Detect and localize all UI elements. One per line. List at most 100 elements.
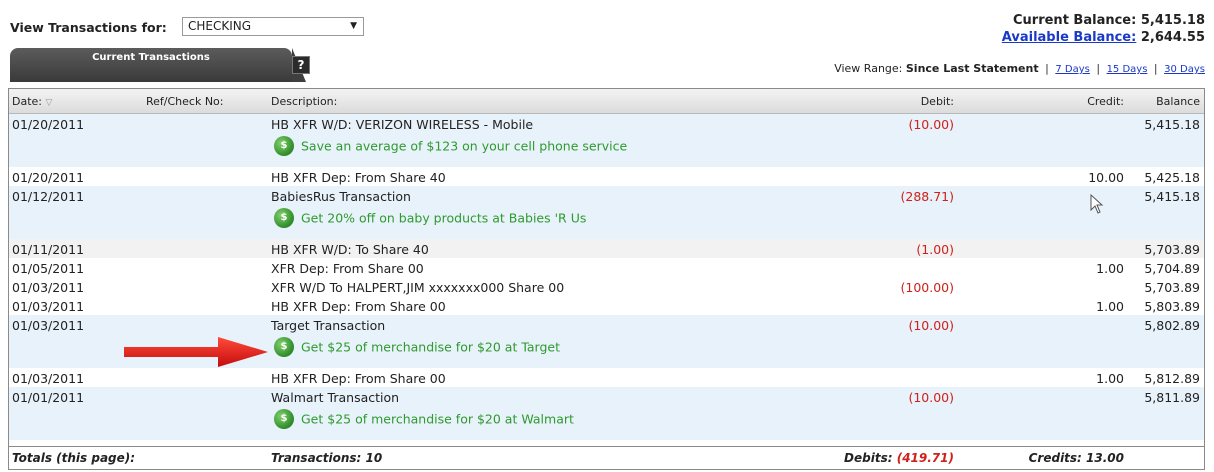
debit-cell: (10.00) xyxy=(908,117,954,132)
balance-cell: 5,703.89 xyxy=(1144,242,1200,257)
totals-credits: Credits: 13.00 xyxy=(1028,451,1124,465)
available-balance: Available Balance: 2,644.55 xyxy=(1002,29,1205,46)
balances: Current Balance: 5,415.18 Available Bala… xyxy=(1002,12,1205,46)
dollar-tag-icon: $ xyxy=(274,337,294,357)
credit-cell: 10.00 xyxy=(1088,170,1124,185)
table-row: 01/11/2011 HB XFR W/D: To Share 40 (1.00) 5… xyxy=(9,239,1204,258)
offer-link[interactable]: $ Get 20% off on baby products at Babies … xyxy=(274,208,586,230)
chevron-down-icon: ▼ xyxy=(350,21,357,31)
account-select[interactable]: CHECKING ▼ xyxy=(182,17,364,36)
separator: | xyxy=(1045,62,1049,75)
balance-cell: 5,704.89 xyxy=(1144,261,1200,276)
balance-cell: 5,425.18 xyxy=(1144,170,1200,185)
view-range: View Range: Since Last Statement | 7 Day… xyxy=(834,62,1205,75)
table-row: 01/12/2011 BabiesRus Transaction (288.71) 5… xyxy=(9,186,1204,239)
credit-cell: 1.00 xyxy=(1096,261,1124,276)
separator: | xyxy=(1153,62,1158,75)
column-date[interactable]: Date: ▽ xyxy=(12,95,52,108)
table-row: 01/03/2011 XFR W/D To HALPERT,JIM xxxxxxx… xyxy=(9,277,1204,296)
offer-text: Get $25 of merchandise for $20 at Target xyxy=(301,339,560,355)
offer-text: Save an average of $123 on your cell pho… xyxy=(301,138,628,154)
table-row: 01/20/2011 HB XFR W/D: VERIZON WIRELESS -… xyxy=(9,114,1204,167)
view-range-7-days[interactable]: 7 Days xyxy=(1055,64,1090,75)
offer-text: Get $25 of merchandise for $20 at Walmar… xyxy=(301,411,574,427)
description-cell: BabiesRus Transaction xyxy=(271,189,411,204)
balance-cell: 5,703.89 xyxy=(1144,280,1200,295)
date-cell: 01/20/2011 xyxy=(12,117,85,132)
dollar-tag-icon: $ xyxy=(274,208,294,228)
date-cell: 01/03/2011 xyxy=(12,371,85,386)
annotation-arrow-icon xyxy=(124,337,268,367)
dollar-tag-icon: $ xyxy=(274,409,294,429)
help-icon[interactable]: ? xyxy=(292,56,310,74)
view-range-selected: Since Last Statement xyxy=(905,62,1039,75)
balance-cell: 5,415.18 xyxy=(1144,117,1200,132)
balance-cell: 5,803.89 xyxy=(1144,299,1200,314)
offer-link[interactable]: $ Get $25 of merchandise for $20 at Targe… xyxy=(274,337,560,359)
description-cell: HB XFR Dep: From Share 00 xyxy=(271,299,446,314)
table-row: 01/03/2011 HB XFR Dep: From Share 00 1.00 5… xyxy=(9,368,1204,387)
available-balance-link[interactable]: Available Balance: xyxy=(1002,30,1137,45)
column-credit: Credit: xyxy=(1087,95,1124,108)
sort-icon: ▽ xyxy=(45,98,53,108)
tab-current-transactions[interactable]: Current Transactions xyxy=(10,48,306,82)
description-cell: XFR Dep: From Share 00 xyxy=(271,261,424,276)
description-cell: HB XFR Dep: From Share 00 xyxy=(271,371,446,386)
totals-transactions: Transactions: 10 xyxy=(271,451,383,465)
debit-cell: (10.00) xyxy=(908,318,954,333)
column-description: Description: xyxy=(271,95,338,108)
table-row: 01/05/2011 XFR Dep: From Share 00 1.00 5,70… xyxy=(9,258,1204,277)
totals-debits: Debits: (419.71) xyxy=(844,451,954,465)
table-row: 01/03/2011 HB XFR Dep: From Share 00 1.00 5… xyxy=(9,296,1204,315)
table-row: 01/20/2011 HB XFR Dep: From Share 40 10.00… xyxy=(9,167,1204,186)
date-cell: 01/11/2011 xyxy=(12,242,85,257)
description-cell: Walmart Transaction xyxy=(271,390,400,405)
description-cell: XFR W/D To HALPERT,JIM xxxxxxx000 Share … xyxy=(271,280,565,295)
balance-cell: 5,812.89 xyxy=(1144,371,1200,386)
table-header: Date: ▽ Ref/Check No: Description: Debit… xyxy=(9,89,1204,114)
mouse-cursor-icon xyxy=(1090,194,1104,214)
current-balance: Current Balance: 5,415.18 xyxy=(1013,13,1205,28)
transactions-table: Date: ▽ Ref/Check No: Description: Debit… xyxy=(8,88,1205,470)
view-transactions-label: View Transactions for: xyxy=(10,20,167,35)
date-cell: 01/03/2011 xyxy=(12,299,85,314)
tab-row: Current Transactions ? View Range: Since… xyxy=(10,48,1205,82)
debit-cell: (10.00) xyxy=(908,390,954,405)
view-range-15-days[interactable]: 15 Days xyxy=(1107,64,1148,75)
separator: | xyxy=(1096,62,1101,75)
view-range-label: View Range: xyxy=(834,62,903,75)
offer-link[interactable]: $ Save an average of $123 on your cell ph… xyxy=(274,136,627,158)
date-cell: 01/01/2011 xyxy=(12,390,85,405)
description-cell: HB XFR W/D: To Share 40 xyxy=(271,242,429,257)
offer-text: Get 20% off on baby products at Babies '… xyxy=(301,210,587,226)
column-date-label: Date: xyxy=(12,95,42,108)
debit-cell: (100.00) xyxy=(900,280,955,295)
account-select-value: CHECKING xyxy=(188,19,252,33)
debit-cell: (288.71) xyxy=(900,189,955,204)
balance-cell: 5,811.89 xyxy=(1144,390,1200,405)
date-cell: 01/03/2011 xyxy=(12,280,85,295)
date-cell: 01/05/2011 xyxy=(12,261,85,276)
dollar-tag-icon: $ xyxy=(274,136,294,156)
totals-label: Totals (this page): xyxy=(12,451,136,465)
date-cell: 01/12/2011 xyxy=(12,189,85,204)
description-cell: Target Transaction xyxy=(271,318,386,333)
description-cell: HB XFR W/D: VERIZON WIRELESS - Mobile xyxy=(271,117,534,132)
balance-cell: 5,802.89 xyxy=(1144,318,1200,333)
date-cell: 01/03/2011 xyxy=(12,318,85,333)
balance-cell: 5,415.18 xyxy=(1144,189,1200,204)
credit-cell: 1.00 xyxy=(1096,299,1124,314)
column-ref: Ref/Check No: xyxy=(146,95,224,108)
offer-link[interactable]: $ Get $25 of merchandise for $20 at Walma… xyxy=(274,409,574,431)
view-range-30-days[interactable]: 30 Days xyxy=(1164,64,1205,75)
available-balance-value: 2,644.55 xyxy=(1140,30,1205,45)
column-debit: Debit: xyxy=(920,95,954,108)
totals-debits-label: Debits: xyxy=(844,451,893,465)
totals-row: Totals (this page): Transactions: 10 Deb… xyxy=(9,446,1204,469)
description-cell: HB XFR Dep: From Share 40 xyxy=(271,170,446,185)
credit-cell: 1.00 xyxy=(1096,371,1124,386)
column-balance: Balance xyxy=(1156,95,1200,108)
account-header: View Transactions for: CHECKING ▼ Curren… xyxy=(10,12,1205,45)
totals-debits-value: (419.71) xyxy=(896,451,954,465)
date-cell: 01/20/2011 xyxy=(12,170,85,185)
